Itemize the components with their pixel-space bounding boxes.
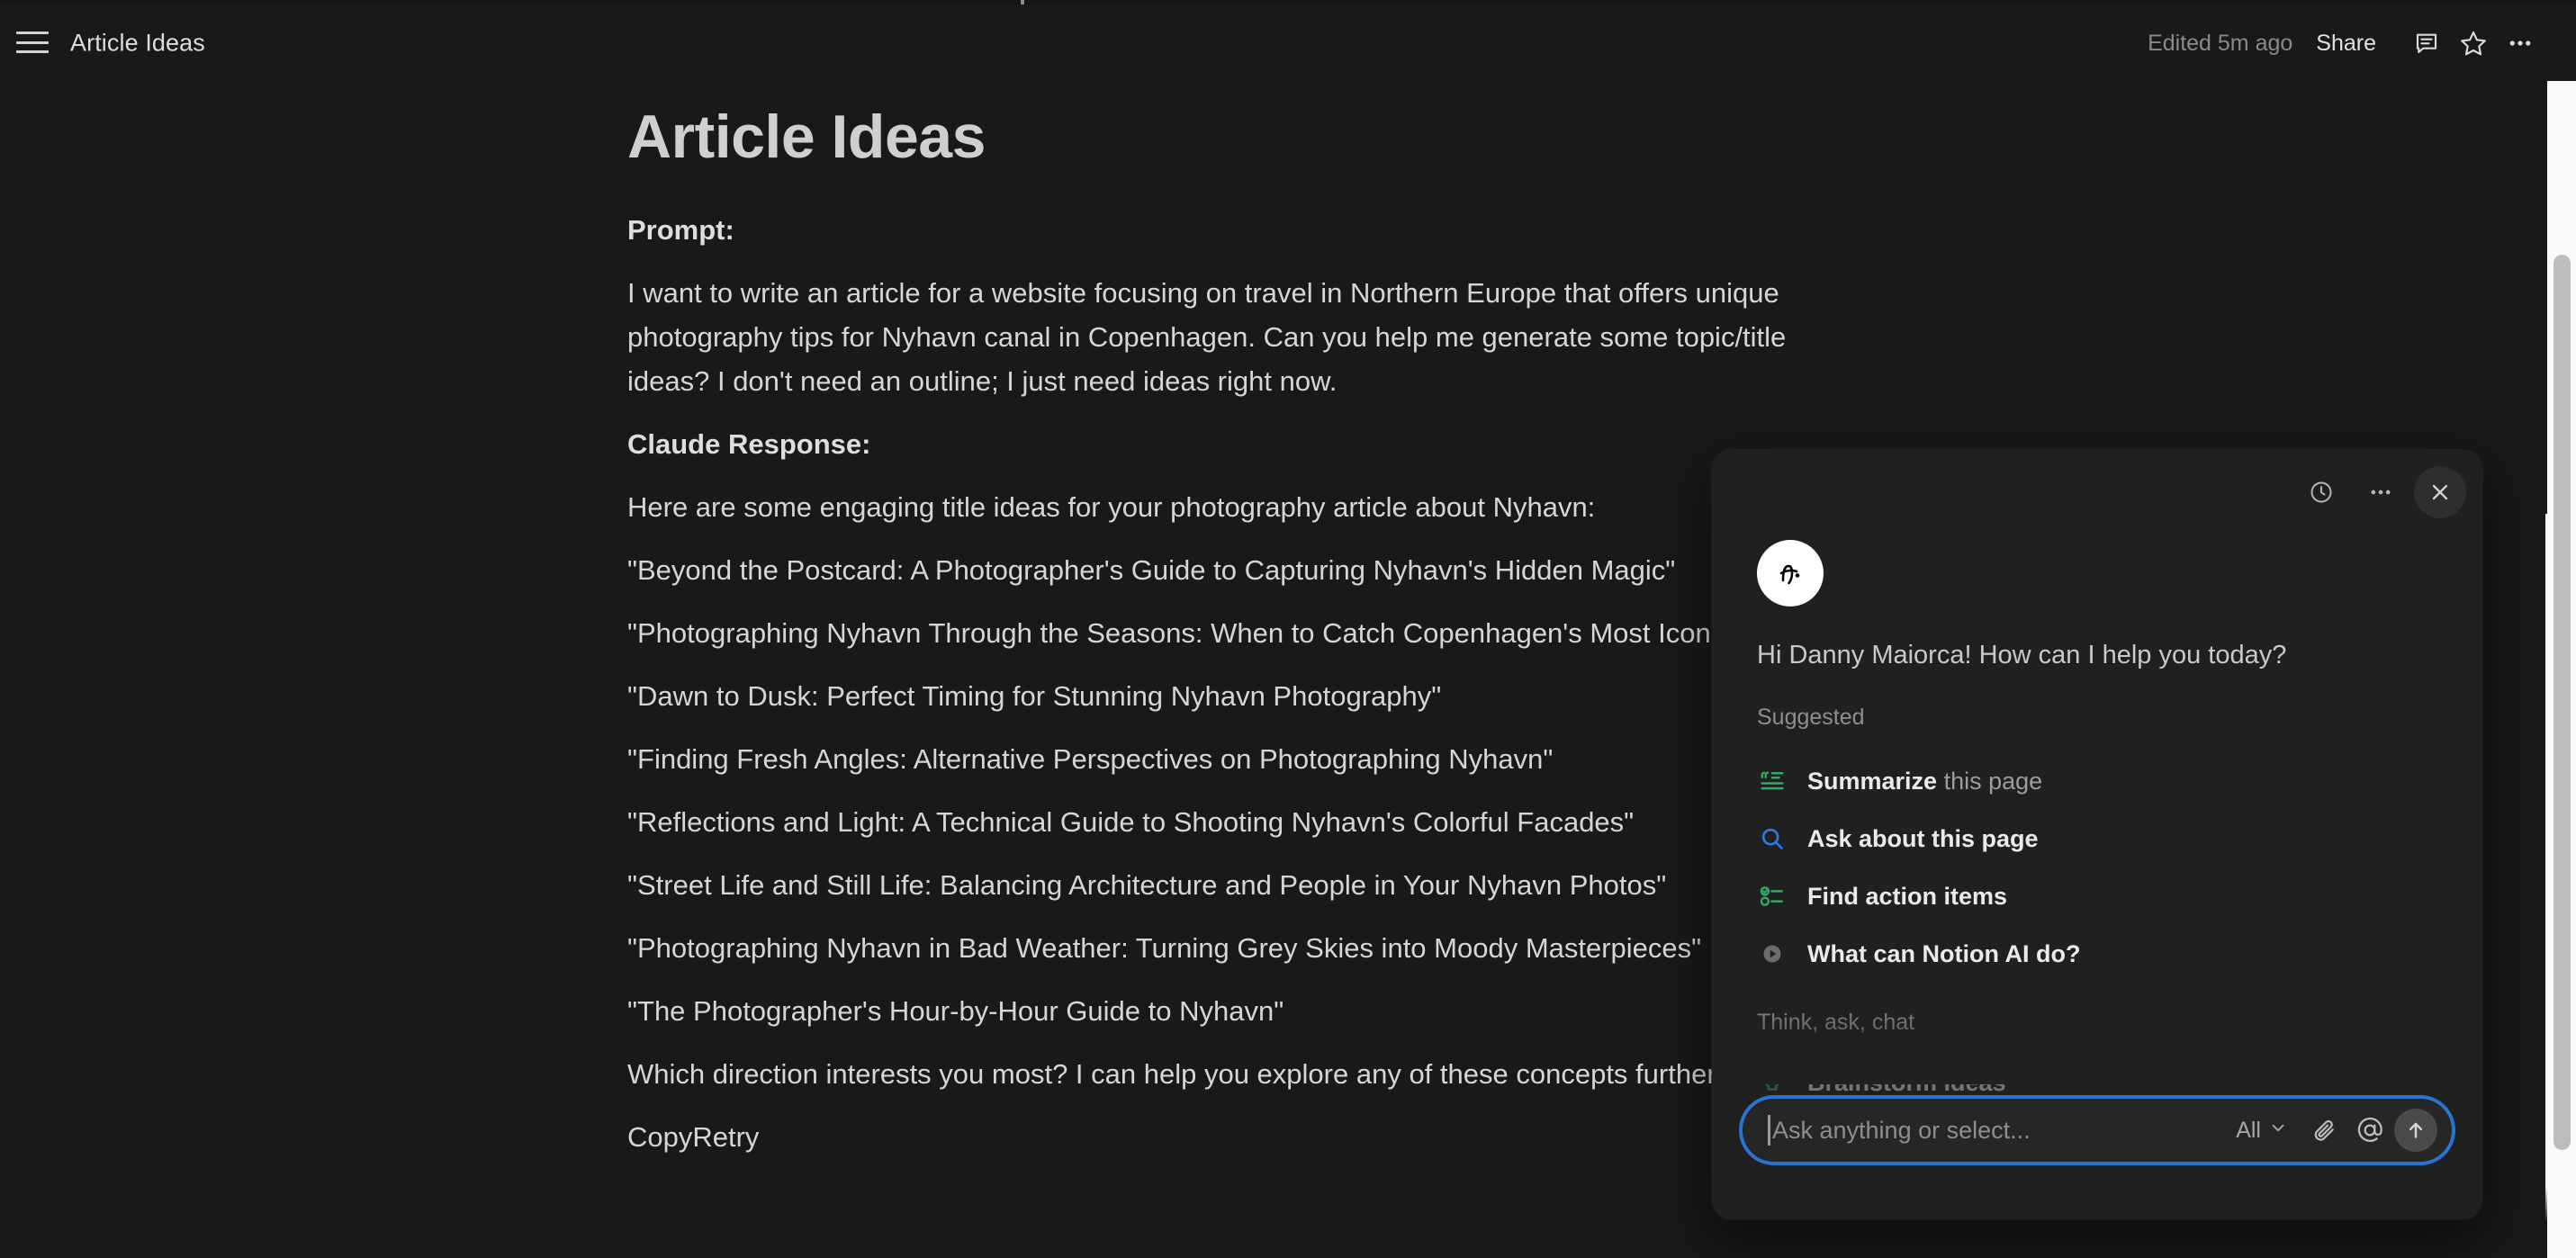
document-block[interactable]: Prompt: [627,209,2547,253]
ai-prompt-input[interactable]: Ask anything or select... [1772,1117,2236,1145]
history-clock-icon[interactable] [2295,466,2347,518]
ai-suggestion-action-items[interactable]: Find action items [1757,867,2437,925]
ai-suggestion-strong: Ask about this page [1807,825,2039,852]
at-mention-icon[interactable] [2349,1110,2391,1151]
ai-suggestion-label: Summarize this page [1807,768,2042,795]
ai-suggestion-ask[interactable]: Ask about this page [1757,810,2437,867]
page-title: Article Ideas [70,30,205,58]
ai-greeting: Hi Danny Maiorca! How can I help you tod… [1757,641,2437,670]
ai-second-section-label: Think, ask, chat [1757,1010,2437,1036]
more-horizontal-icon[interactable] [2355,466,2407,518]
document-block[interactable]: I want to write an article for a website… [627,272,1860,404]
ai-suggestion-dim: this page [1937,768,2042,795]
ai-suggestion-strong: Brainstorm ideas [1807,1069,2006,1096]
summarize-icon [1757,766,1788,796]
ai-panel-toolbar [2295,466,2466,518]
ai-suggestion-label: What can Notion AI do? [1807,940,2080,968]
ai-suggestion-label: Ask about this page [1807,825,2039,853]
close-icon[interactable] [2414,466,2466,518]
ai-composer[interactable]: Ask anything or select... All [1739,1095,2455,1165]
comment-icon[interactable] [2403,20,2450,67]
ai-suggestion-strong: Summarize [1807,768,1937,795]
page-scrollbar[interactable] [2547,81,2576,1258]
notion-app-window: Article Ideas Edited 5m ago Share [0,0,2576,1258]
play-circle-icon [1757,939,1788,969]
page-scrollbar-thumb[interactable] [2553,255,2571,1150]
ai-scope-label: All [2236,1118,2261,1144]
star-icon[interactable] [2450,20,2497,67]
document-title[interactable]: Article Ideas [627,103,2547,171]
checklist-icon [1757,881,1788,912]
ai-send-button[interactable] [2394,1109,2437,1152]
text-caret [1768,1115,1770,1146]
notion-ai-panel: Hi Danny Maiorca! How can I help you tod… [1712,450,2482,1219]
edited-timestamp: Edited 5m ago [2148,31,2292,57]
page-header: Article Ideas Edited 5m ago Share [0,4,2576,82]
ai-suggestion-summarize[interactable]: Summarize this page [1757,752,2437,810]
ai-suggestion-what-can-notion-ai-do[interactable]: What can Notion AI do? [1757,925,2437,983]
ai-suggestion-strong: Find action items [1807,883,2007,910]
more-horizontal-icon[interactable] [2497,20,2544,67]
brainstorm-icon [1757,1067,1788,1098]
paperclip-icon[interactable] [2304,1110,2346,1151]
search-icon [1757,823,1788,854]
hamburger-icon[interactable] [14,28,50,57]
ai-suggestion-label: Find action items [1807,883,2007,911]
share-button[interactable]: Share [2316,31,2376,57]
chevron-down-icon [2268,1118,2288,1144]
ai-suggestion-strong: What can Notion AI do? [1807,940,2080,967]
ai-scope-selector[interactable]: All [2236,1118,2288,1144]
header-actions: Edited 5m ago Share [2148,20,2544,67]
ai-panel-body[interactable]: Hi Danny Maiorca! How can I help you tod… [1712,450,2482,1138]
notion-ai-avatar [1757,540,1824,607]
ai-suggestion-label: Brainstorm ideas [1807,1069,2006,1097]
ai-suggested-label: Suggested [1757,705,2437,731]
